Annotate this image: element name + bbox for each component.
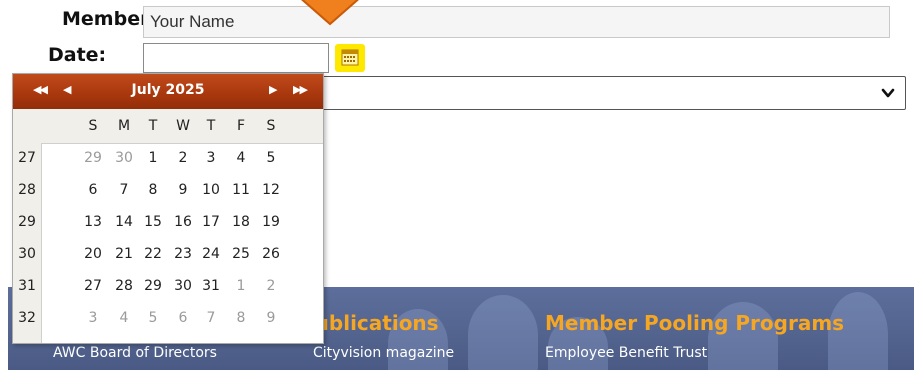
weekday-header: S — [266, 118, 276, 134]
calendar-day[interactable]: 2 — [258, 271, 284, 301]
calendar-day[interactable]: 17 — [198, 207, 224, 237]
calendar-day[interactable]: 4 — [228, 143, 254, 173]
calendar-day[interactable]: 12 — [258, 175, 284, 205]
calendar-day[interactable]: 27 — [80, 271, 106, 301]
weekday-header: T — [206, 118, 216, 134]
calendar-day[interactable]: 9 — [170, 175, 196, 205]
weekday-header: W — [176, 118, 190, 134]
calendar-day[interactable]: 13 — [80, 207, 106, 237]
weekday-header-row: SMTWTFS — [13, 109, 323, 144]
calendar-icon — [341, 49, 359, 66]
footer-link-cityvision[interactable]: Cityvision magazine — [313, 345, 454, 361]
calendar-day[interactable]: 31 — [198, 271, 224, 301]
calendar-day[interactable]: 1 — [228, 271, 254, 301]
calendar-day[interactable]: 11 — [228, 175, 254, 205]
calendar-day[interactable]: 5 — [140, 303, 166, 333]
calendar-day[interactable]: 28 — [111, 271, 137, 301]
calendar-day[interactable]: 3 — [198, 143, 224, 173]
calendar-day[interactable]: 19 — [258, 207, 284, 237]
footer-heading-member-pooling: Member Pooling Programs — [545, 311, 845, 335]
calendar-day[interactable]: 30 — [111, 143, 137, 173]
footer-link-board-of-directors[interactable]: AWC Board of Directors — [53, 345, 217, 361]
calendar-day[interactable]: 6 — [80, 175, 106, 205]
calendar-day[interactable]: 16 — [170, 207, 196, 237]
arrow-marker-icon — [301, 0, 359, 26]
calendar-day[interactable]: 8 — [140, 175, 166, 205]
calendar-day[interactable]: 20 — [80, 239, 106, 269]
week-number: 31 — [18, 278, 36, 294]
weekday-header: F — [236, 118, 246, 134]
background-crowd — [468, 295, 538, 370]
week-number: 29 — [18, 214, 36, 230]
calendar-day[interactable]: 6 — [170, 303, 196, 333]
next-year-button[interactable]: ▶▶ — [293, 83, 308, 97]
calendar-day[interactable]: 7 — [111, 175, 137, 205]
week-number: 30 — [18, 246, 36, 262]
weekday-header: S — [88, 118, 98, 134]
weekday-header: T — [148, 118, 158, 134]
calendar-day[interactable]: 10 — [198, 175, 224, 205]
week-number: 32 — [18, 310, 36, 326]
calendar-day[interactable]: 8 — [228, 303, 254, 333]
calendar-day[interactable]: 3 — [80, 303, 106, 333]
calendar-month-title: July 2025 — [131, 82, 205, 98]
date-input[interactable] — [143, 43, 329, 73]
calendar-button[interactable] — [335, 44, 365, 72]
footer-link-employee-benefit-trust[interactable]: Employee Benefit Trust — [545, 345, 707, 361]
calendar-popup: ◀◀ ◀ July 2025 ▶ ▶▶ SMTWTFS 27 29 30 1 2 3 4 5 2… — [12, 73, 324, 344]
calendar-day[interactable]: 5 — [258, 143, 284, 173]
calendar-day[interactable]: 2 — [170, 143, 196, 173]
next-month-button[interactable]: ▶ — [269, 83, 278, 97]
calendar-day[interactable]: 29 — [80, 143, 106, 173]
calendar-day[interactable]: 14 — [111, 207, 137, 237]
calendar-day[interactable]: 23 — [170, 239, 196, 269]
calendar-day[interactable]: 24 — [198, 239, 224, 269]
calendar-day[interactable]: 25 — [228, 239, 254, 269]
calendar-header: ◀◀ ◀ July 2025 ▶ ▶▶ — [13, 74, 323, 109]
calendar-day[interactable]: 26 — [258, 239, 284, 269]
calendar-day[interactable]: 21 — [111, 239, 137, 269]
calendar-day[interactable]: 9 — [258, 303, 284, 333]
calendar-day[interactable]: 18 — [228, 207, 254, 237]
calendar-day[interactable]: 30 — [170, 271, 196, 301]
calendar-day[interactable]: 1 — [140, 143, 166, 173]
calendar-day[interactable]: 22 — [140, 239, 166, 269]
weekday-header: M — [117, 118, 131, 134]
calendar-day[interactable]: 4 — [111, 303, 137, 333]
calendar-day[interactable]: 15 — [140, 207, 166, 237]
calendar-day[interactable]: 29 — [140, 271, 166, 301]
week-number: 27 — [18, 150, 36, 166]
chevron-down-icon — [881, 88, 895, 98]
date-label: Date: — [48, 44, 107, 66]
calendar-day[interactable]: 7 — [198, 303, 224, 333]
week-number: 28 — [18, 182, 36, 198]
member-name-input[interactable] — [143, 6, 890, 38]
